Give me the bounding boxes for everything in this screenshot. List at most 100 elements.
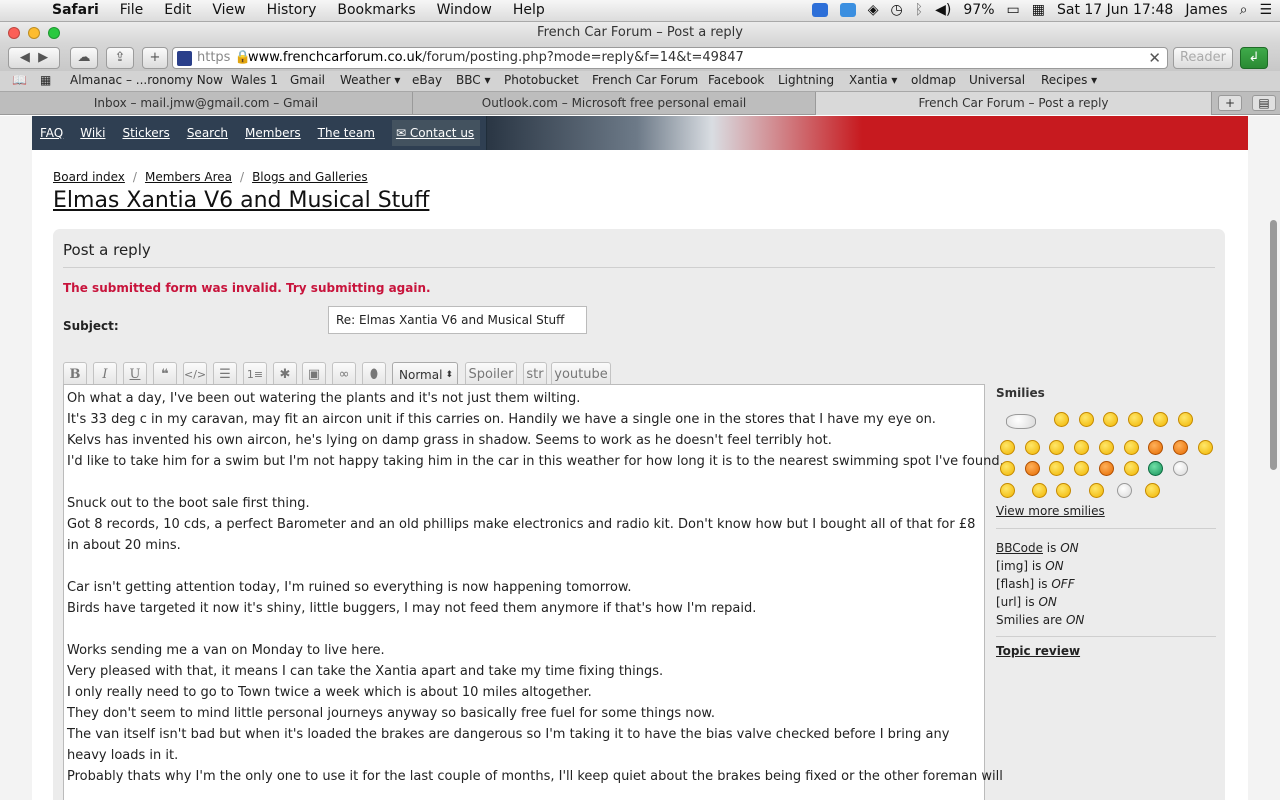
smiley-neutral-icon[interactable] <box>1099 440 1114 455</box>
bookmark-wales[interactable]: Wales 1 <box>231 73 278 87</box>
tab-overview-icon[interactable]: ▤ <box>1252 95 1276 111</box>
breadcrumb-blogs-galleries[interactable]: Blogs and Galleries <box>252 170 368 184</box>
icloud-tabs-button[interactable]: ☁ <box>70 47 98 69</box>
smiley-thumbs-icon[interactable] <box>1089 483 1104 498</box>
bbcode-link[interactable]: BBCode <box>996 541 1043 555</box>
bookmark-photobucket[interactable]: Photobucket <box>504 73 579 87</box>
message-textarea[interactable]: Oh what a day, I've been out watering th… <box>63 384 1004 800</box>
menu-bookmarks[interactable]: Bookmarks <box>337 2 415 18</box>
new-tab-button[interactable]: + <box>142 47 168 69</box>
smiley-sad-icon[interactable] <box>1103 412 1118 427</box>
bookmark-weather[interactable]: Weather ▾ <box>340 73 400 87</box>
smiley-cool-icon[interactable] <box>1000 440 1015 455</box>
nav-search[interactable]: Search <box>187 126 228 140</box>
smiley-worried-icon[interactable] <box>1128 412 1143 427</box>
smiley-green-grin-icon[interactable] <box>1148 461 1163 476</box>
smiley-exclaim-icon[interactable] <box>1025 461 1040 476</box>
view-more-smilies-link[interactable]: View more smilies <box>996 504 1105 518</box>
menu-help[interactable]: Help <box>513 2 545 18</box>
smiley-scream-icon[interactable] <box>1117 483 1132 498</box>
volume-icon[interactable]: ◀) <box>935 2 951 18</box>
tab-gmail[interactable]: Inbox – mail.jmw@gmail.com – Gmail <box>0 92 413 115</box>
bookmark-ebay[interactable]: eBay <box>412 73 442 87</box>
smiley-laughing-icon[interactable] <box>1054 412 1069 427</box>
nav-wiki[interactable]: Wiki <box>80 126 105 140</box>
smiley-rolleyes-icon[interactable] <box>1124 440 1139 455</box>
bluetooth-icon[interactable]: ᛒ <box>915 2 923 18</box>
smiley-happy-icon[interactable] <box>1074 440 1089 455</box>
subject-input[interactable] <box>328 306 587 334</box>
smiley-tongue-icon[interactable] <box>1032 483 1047 498</box>
smiley-question-icon[interactable] <box>1049 461 1064 476</box>
calendar-icon[interactable]: ▦ <box>1032 2 1045 18</box>
url-text[interactable]: www.frenchcarforum.co.uk/forum/posting.p… <box>248 48 744 68</box>
bookmark-xantia[interactable]: Xantia ▾ <box>849 73 897 87</box>
smiley-confused-icon[interactable] <box>1178 412 1193 427</box>
zoom-window-icon[interactable] <box>48 27 60 39</box>
wifi-signal-icon[interactable]: ◈ <box>868 2 879 18</box>
address-bar[interactable]: https 🔒 www.frenchcarforum.co.uk/forum/p… <box>172 47 1168 69</box>
reader-button[interactable]: Reader <box>1173 47 1233 69</box>
bookmark-lightning[interactable]: Lightning <box>778 73 834 87</box>
top-sites-grid-icon[interactable]: ▦ <box>40 73 51 87</box>
menu-file[interactable]: File <box>120 2 143 18</box>
teamviewer-icon[interactable] <box>811 3 828 17</box>
smiley-sunglasses-icon[interactable] <box>1198 440 1213 455</box>
smiley-smile-icon[interactable] <box>1079 412 1094 427</box>
bookmark-recipes[interactable]: Recipes ▾ <box>1041 73 1097 87</box>
tab-outlook[interactable]: Outlook.com – Microsoft free personal em… <box>413 92 816 115</box>
topic-review-link[interactable]: Topic review <box>996 644 1080 658</box>
smiley-wink-icon[interactable] <box>1000 461 1015 476</box>
smiley-ghost-icon[interactable] <box>1173 461 1188 476</box>
time-machine-icon[interactable]: ◷ <box>891 2 903 18</box>
smiley-twisted-icon[interactable] <box>1173 440 1188 455</box>
nav-stickers[interactable]: Stickers <box>122 126 169 140</box>
nav-the-team[interactable]: The team <box>318 126 375 140</box>
share-button[interactable]: ⇪ <box>106 47 134 69</box>
smiley-eek-icon[interactable] <box>1049 440 1064 455</box>
menu-window[interactable]: Window <box>437 2 492 18</box>
close-window-icon[interactable] <box>8 27 20 39</box>
scrollbar-thumb[interactable] <box>1270 220 1277 470</box>
breadcrumb-members-area[interactable]: Members Area <box>145 170 232 184</box>
nav-faq[interactable]: FAQ <box>40 126 63 140</box>
user-name[interactable]: James <box>1185 2 1227 18</box>
menu-edit[interactable]: Edit <box>164 2 191 18</box>
forward-arrow-icon[interactable]: ▶ <box>38 50 48 65</box>
bookmark-facebook[interactable]: Facebook <box>708 73 764 87</box>
smiley-idea-icon[interactable] <box>1074 461 1089 476</box>
nav-contact-us[interactable]: ✉ Contact us <box>391 120 481 146</box>
menu-history[interactable]: History <box>267 2 317 18</box>
smiley-shocked-icon[interactable] <box>1153 412 1168 427</box>
smiley-nerd-icon[interactable] <box>1145 483 1160 498</box>
bookmark-french-car-forum[interactable]: French Car Forum <box>592 73 698 87</box>
bookmark-bbc[interactable]: BBC ▾ <box>456 73 490 87</box>
smiley-lol-icon[interactable] <box>1056 483 1071 498</box>
topic-title[interactable]: Elmas Xantia V6 and Musical Stuff <box>53 188 429 213</box>
bookmark-universal[interactable]: Universal <box>969 73 1025 87</box>
back-arrow-icon[interactable]: ◀ <box>20 50 30 65</box>
smiley-mrgreen-icon[interactable] <box>1124 461 1139 476</box>
breadcrumb-board-index[interactable]: Board index <box>53 170 125 184</box>
menu-view[interactable]: View <box>212 2 245 18</box>
battery-percent[interactable]: 97% <box>963 2 994 18</box>
nav-members[interactable]: Members <box>245 126 301 140</box>
bookmark-almanac[interactable]: Almanac – ...ronomy Now <box>70 73 223 87</box>
smiley-arrow-icon[interactable] <box>1099 461 1114 476</box>
page-scrollbar[interactable] <box>1268 116 1280 800</box>
back-forward-buttons[interactable]: ◀ ▶ <box>8 47 60 69</box>
bookmark-oldmap[interactable]: oldmap <box>911 73 956 87</box>
smiley-crazy-icon[interactable] <box>1000 483 1015 498</box>
reading-list-icon[interactable]: 📖 <box>12 73 27 87</box>
smiley-evil-icon[interactable] <box>1148 440 1163 455</box>
downloads-button[interactable]: ↲ <box>1240 47 1268 69</box>
bookmark-gmail[interactable]: Gmail <box>290 73 325 87</box>
clock[interactable]: Sat 17 Jun 17:48 <box>1057 2 1173 18</box>
stop-loading-icon[interactable]: ✕ <box>1148 48 1161 68</box>
minimize-window-icon[interactable] <box>28 27 40 39</box>
notification-center-icon[interactable]: ☰ <box>1259 2 1272 18</box>
menu-safari[interactable]: Safari <box>52 2 99 18</box>
spotlight-search-icon[interactable]: ⌕ <box>1240 2 1248 18</box>
add-tab-icon[interactable]: + <box>1218 95 1242 111</box>
smiley-pointing-icon[interactable] <box>1006 414 1036 429</box>
